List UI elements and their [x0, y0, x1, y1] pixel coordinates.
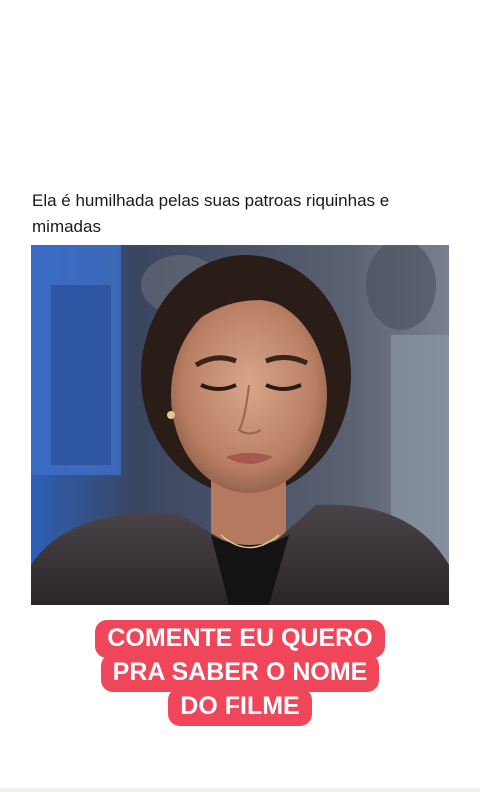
cta-line-1: COMENTE EU QUERO	[95, 620, 385, 658]
video-frame[interactable]	[31, 245, 449, 605]
cta-line-3: DO FILME	[168, 688, 312, 726]
call-to-action-overlay: COMENTE EU QUERO PRA SABER O NOME DO FIL…	[60, 620, 420, 726]
bottom-divider	[0, 788, 480, 792]
post-caption: Ela é humilhada pelas suas patroas riqui…	[32, 191, 390, 236]
video-still-image	[31, 245, 449, 605]
cta-line-2: PRA SABER O NOME	[100, 654, 380, 692]
